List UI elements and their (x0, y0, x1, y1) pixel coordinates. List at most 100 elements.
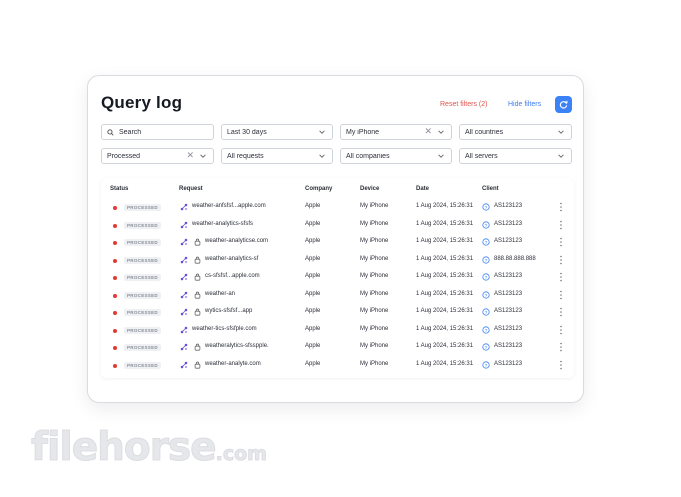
svg-text:?: ? (485, 292, 488, 298)
request-domain: cs-sfsfsf...apple.com (205, 273, 260, 279)
hide-filters-link[interactable]: Hide filters (508, 101, 541, 108)
reset-filters-link[interactable]: Reset filters (2) (440, 101, 487, 108)
client-cell: AS123123 (494, 203, 523, 209)
search-input[interactable]: Search (101, 124, 214, 140)
client-cell: AS123123 (494, 220, 523, 227)
date-cell: 1 Aug 2024, 15:26:31 (416, 343, 474, 349)
table-row[interactable]: PROCESSED cs-sfsfsf...apple.com Apple My iP… (101, 269, 574, 286)
search-placeholder: Search (119, 128, 142, 136)
clear-icon[interactable]: ✕ (424, 126, 432, 137)
svg-text:?: ? (485, 327, 488, 333)
more-options-icon[interactable] (559, 325, 563, 335)
client-cell: AS123123 (494, 290, 523, 297)
more-options-icon[interactable] (559, 237, 563, 247)
table-row[interactable]: PROCESSED weather-analyte.com Apple My iPho… (101, 357, 574, 374)
client-cell: AS123123 (494, 308, 523, 314)
lock-icon (194, 256, 201, 264)
date-cell: 1 Aug 2024, 15:26:31 (416, 308, 474, 314)
request-type-icon (180, 256, 188, 263)
search-icon (107, 128, 114, 136)
more-options-icon[interactable] (559, 290, 563, 300)
more-options-icon[interactable] (559, 272, 563, 282)
device-cell: My iPhone (360, 238, 389, 244)
table-row[interactable]: PROCESSED weather-tics-sfsfple.com Apple My… (101, 322, 574, 339)
request-domain: weatheralytics-sfsspple. (205, 343, 269, 349)
table-row[interactable]: PROCESSED weather-analyticse.com Apple My i… (101, 234, 574, 251)
svg-text:?: ? (485, 240, 488, 246)
request-type-icon (180, 326, 188, 333)
lock-icon (194, 308, 201, 316)
svg-text:?: ? (485, 205, 488, 211)
date-cell: 1 Aug 2024, 15:26:31 (416, 325, 474, 332)
status-dot (113, 328, 117, 333)
client-help-icon: ? (482, 273, 490, 281)
request-domain: wytics-sfsfsf...app (205, 308, 253, 314)
date-cell: 1 Aug 2024, 15:26:31 (416, 220, 474, 227)
status-badge: PROCESSED (124, 256, 161, 264)
device-cell: My iPhone (360, 325, 389, 332)
client-help-icon: ? (482, 325, 490, 333)
status-dot (113, 346, 117, 350)
lock-icon (194, 361, 201, 369)
date-cell: 1 Aug 2024, 15:26:31 (416, 255, 474, 262)
requests-select[interactable]: All requests (221, 148, 333, 164)
more-options-icon[interactable] (559, 342, 563, 352)
company-cell: Apple (305, 360, 321, 367)
company-cell: Apple (305, 325, 321, 332)
status-badge: PROCESSED (124, 221, 161, 229)
time-range-select[interactable]: Last 30 days (221, 124, 333, 140)
companies-select[interactable]: All companies (340, 148, 452, 164)
date-cell: 1 Aug 2024, 15:26:31 (416, 290, 474, 297)
device-select[interactable]: My iPhone ✕ (340, 124, 452, 140)
client-cell: AS123123 (494, 325, 523, 332)
status-dot (113, 206, 117, 210)
client-help-icon: ? (482, 203, 490, 211)
request-type-icon (180, 361, 188, 368)
svg-text:?: ? (485, 257, 488, 263)
more-options-icon[interactable] (559, 307, 563, 317)
company-cell: Apple (305, 290, 321, 297)
status-badge: PROCESSED (124, 274, 161, 281)
svg-text:?: ? (485, 362, 488, 368)
lock-icon (194, 238, 201, 246)
clear-icon[interactable]: ✕ (186, 150, 194, 161)
client-cell: 888.88.888.888 (494, 255, 536, 262)
more-options-icon[interactable] (559, 220, 563, 230)
column-header-date: Date (416, 186, 430, 192)
device-cell: My iPhone (360, 308, 389, 314)
request-type-icon (180, 343, 188, 351)
refresh-button[interactable] (555, 96, 572, 113)
status-dot (113, 293, 117, 298)
refresh-icon (559, 100, 568, 109)
client-cell: AS123123 (494, 273, 523, 279)
table-row[interactable]: PROCESSED weather-analytics-sf Apple My iPh… (101, 252, 574, 269)
request-type-icon (180, 238, 188, 246)
device-value: My iPhone (346, 128, 380, 136)
countries-select[interactable]: All countries (459, 124, 572, 140)
client-help-icon: ? (482, 360, 490, 368)
table-row[interactable]: PROCESSED weather-anfsfsf...apple.com Appl… (101, 199, 574, 216)
request-type-icon (180, 221, 188, 228)
table-row[interactable]: PROCESSED weather-analytics-sfsfs Apple My … (101, 217, 574, 234)
chevron-down-icon (200, 154, 206, 158)
client-help-icon: ? (482, 343, 490, 351)
more-options-icon[interactable] (559, 202, 563, 212)
company-cell: Apple (305, 343, 321, 349)
company-cell: Apple (305, 220, 321, 227)
date-cell: 1 Aug 2024, 15:26:31 (416, 273, 474, 279)
chevron-down-icon (319, 154, 325, 158)
device-cell: My iPhone (360, 360, 389, 367)
date-cell: 1 Aug 2024, 15:26:31 (416, 360, 474, 367)
chevron-down-icon (558, 154, 564, 158)
more-options-icon[interactable] (559, 360, 563, 370)
more-options-icon[interactable] (559, 255, 563, 265)
request-type-icon (180, 291, 188, 298)
request-type-icon (180, 203, 188, 211)
table-row[interactable]: PROCESSED wytics-sfsfsf...app Apple My iPho… (101, 304, 574, 321)
servers-select[interactable]: All servers (459, 148, 572, 164)
table-row[interactable]: PROCESSED weather-an Apple My iPhone 1 Aug 2… (101, 287, 574, 304)
status-select[interactable]: Processed ✕ (101, 148, 214, 164)
table-row[interactable]: PROCESSED weatheralytics-sfsspple. Apple My… (101, 339, 574, 356)
client-help-icon: ? (482, 238, 490, 246)
client-cell: AS123123 (494, 343, 523, 349)
